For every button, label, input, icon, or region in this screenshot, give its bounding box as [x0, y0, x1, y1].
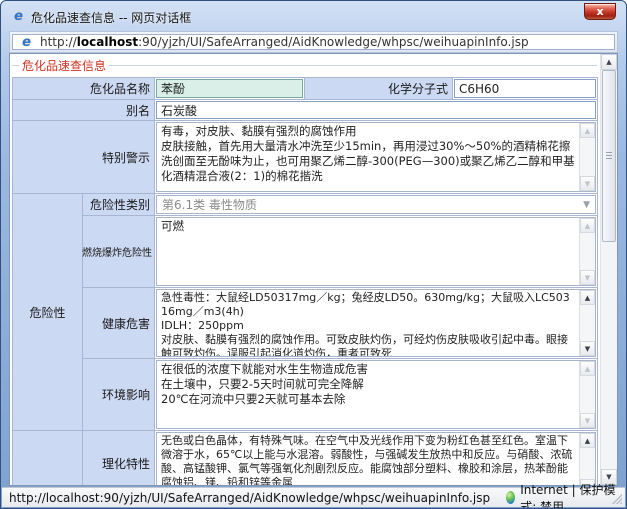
- fieldset-legend: 危化品速查信息: [12, 58, 597, 73]
- legend-line-right: [109, 65, 597, 66]
- address-bar: e http://localhost:90/yjzh/UI/SafeArrang…: [9, 31, 618, 53]
- explosion-textarea[interactable]: 可燃: [157, 218, 579, 285]
- hazard-category-value: 第6.1类 毒性物质: [162, 196, 257, 213]
- health-cell: 急性毒性：大鼠经LD50317mg／kg；兔经皮LD50。630mg/kg；大鼠…: [155, 288, 598, 359]
- scroll-up-icon[interactable]: ▲: [580, 290, 595, 305]
- explosion-cell: 可燃 ▲ ▼: [155, 216, 598, 288]
- security-zone: Internet | 保护模式: 禁用: [506, 481, 618, 509]
- scroll-down-icon[interactable]: ▼: [580, 270, 595, 285]
- internet-globe-icon: [506, 491, 515, 504]
- scroll-down-icon[interactable]: ▼: [580, 176, 595, 191]
- chemical-name-input[interactable]: 苯酚: [156, 79, 303, 98]
- phys-label: 理化特性: [83, 431, 155, 486]
- hazard-category-label: 危险性类别: [83, 194, 155, 216]
- ie-page-icon: e: [11, 9, 26, 24]
- main-scrollbar[interactable]: ▲ ▼: [600, 54, 617, 485]
- dialog-window: e 危化品速查信息 -- 网页对话框 x e http://localhost:…: [0, 0, 627, 509]
- env-cell: 在很低的浓度下就能对水生生物造成危害 在土壤中，只要2-5天时间就可完全降解 2…: [155, 359, 598, 431]
- ie-favicon-icon: e: [19, 35, 34, 50]
- explosion-label: 燃烧爆炸危险性: [83, 216, 155, 288]
- alias-label: 别名: [13, 100, 155, 121]
- env-label: 环境影响: [83, 359, 155, 431]
- phys-scrollbar[interactable]: ▲ ▼: [579, 433, 595, 486]
- env-scrollbar[interactable]: ▲ ▼: [579, 361, 595, 428]
- page-title: 危化品速查信息: [19, 57, 109, 74]
- scroll-up-icon[interactable]: ▲: [580, 433, 595, 448]
- scroll-up-icon[interactable]: ▲: [580, 361, 595, 376]
- scroll-up-icon[interactable]: ▲: [580, 123, 595, 138]
- alias-cell: 石炭酸: [155, 100, 598, 121]
- chemical-info-table: 危化品名称 苯酚 化学分子式 C6H60 别名 石炭酸 特别警示 有毒，对皮肤、…: [12, 77, 598, 486]
- phys-textarea[interactable]: 无色或白色晶体，有特殊气味。在空气中及光线作用下变为粉红色甚至红色。室温下微溶于…: [157, 433, 579, 486]
- close-button[interactable]: x: [584, 3, 616, 20]
- chemical-name-cell: 苯酚: [155, 78, 305, 100]
- resize-grip[interactable]: [610, 492, 622, 504]
- env-textarea[interactable]: 在很低的浓度下就能对水生生物造成危害 在土壤中，只要2-5天时间就可完全降解 2…: [157, 361, 579, 428]
- hazard-category-select[interactable]: 第6.1类 毒性物质 ▼: [156, 195, 596, 214]
- warning-scrollbar[interactable]: ▲ ▼: [579, 123, 595, 191]
- url-text: http://localhost:90/yjzh/UI/SafeArranged…: [40, 35, 529, 49]
- page-content: 危化品速查信息 危化品名称 苯酚 化学分子式 C6H60 别名 石炭酸 特别警示…: [9, 53, 618, 486]
- window-title: 危化品速查信息 -- 网页对话框: [31, 9, 191, 26]
- hazard-category-cell: 第6.1类 毒性物质 ▼: [155, 194, 598, 216]
- zone-text: Internet | 保护模式: 禁用: [520, 481, 618, 509]
- scrollbar-thumb[interactable]: [602, 70, 616, 242]
- alias-input[interactable]: 石炭酸: [156, 101, 596, 119]
- hazard-group-label: 危险性: [13, 194, 83, 431]
- legend-line-left: [12, 65, 19, 66]
- scroll-down-icon[interactable]: ▼: [580, 341, 595, 356]
- scroll-down-icon[interactable]: ▼: [580, 413, 595, 428]
- health-label: 健康危害: [83, 288, 155, 359]
- phys-cell: 无色或白色晶体，有特殊气味。在空气中及光线作用下变为粉红色甚至红色。室温下微溶于…: [155, 431, 598, 486]
- phys-group-cell: [13, 431, 83, 486]
- scroll-up-icon[interactable]: ▲: [601, 54, 617, 70]
- formula-label: 化学分子式: [305, 78, 453, 100]
- address-input[interactable]: e http://localhost:90/yjzh/UI/SafeArrang…: [12, 34, 615, 50]
- explosion-scrollbar[interactable]: ▲ ▼: [579, 218, 595, 285]
- chevron-down-icon[interactable]: ▼: [583, 200, 590, 210]
- formula-cell: C6H60: [453, 78, 598, 100]
- warning-label: 特别警示: [13, 121, 155, 194]
- scrollbar-grip-icon: [606, 152, 612, 159]
- warning-cell: 有毒，对皮肤、黏膜有强烈的腐蚀作用 皮肤接触，首先用大量清水冲洗至少15min，…: [155, 121, 598, 194]
- status-url: http://localhost:90/yjzh/UI/SafeArranged…: [9, 491, 490, 505]
- scroll-up-icon[interactable]: ▲: [580, 218, 595, 233]
- status-bar: http://localhost:90/yjzh/UI/SafeArranged…: [2, 487, 625, 507]
- chemical-name-label: 危化品名称: [13, 78, 155, 100]
- health-scrollbar[interactable]: ▲ ▼: [579, 290, 595, 356]
- formula-input[interactable]: C6H60: [454, 79, 596, 98]
- title-bar[interactable]: e 危化品速查信息 -- 网页对话框 x: [1, 1, 626, 31]
- warning-textarea[interactable]: 有毒，对皮肤、黏膜有强烈的腐蚀作用 皮肤接触，首先用大量清水冲洗至少15min，…: [157, 123, 579, 191]
- health-textarea[interactable]: 急性毒性：大鼠经LD50317mg／kg；兔经皮LD50。630mg/kg；大鼠…: [157, 290, 579, 356]
